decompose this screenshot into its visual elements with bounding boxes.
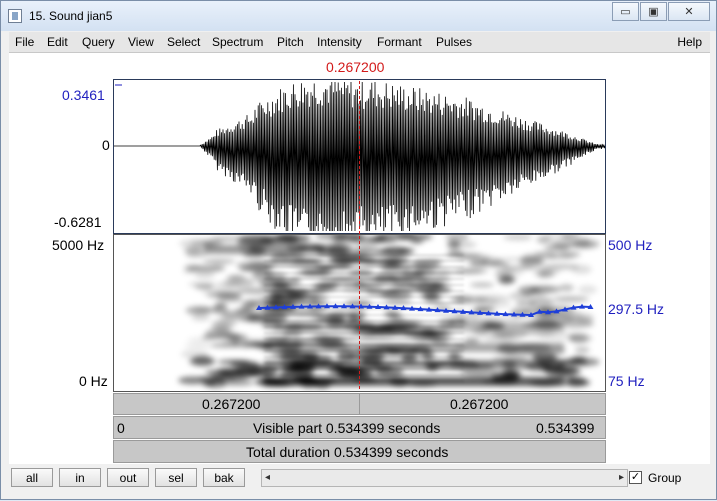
menu-pulses[interactable]: Pulses	[436, 35, 472, 49]
zoom-all-button[interactable]: all	[11, 468, 53, 487]
time-segment-right-label: 0.267200	[450, 396, 509, 412]
spectrogram-bottom-freq-label: 0 Hz	[79, 373, 108, 389]
zoom-out-button[interactable]: out	[107, 468, 149, 487]
group-label: Group	[648, 471, 682, 485]
menu-file[interactable]: File	[15, 35, 34, 49]
visible-part-bar[interactable]: 0 Visible part 0.534399 seconds 0.534399	[113, 416, 606, 439]
scroll-right-arrow-icon[interactable]: ▸	[619, 472, 624, 483]
pitch-bottom-label: 75 Hz	[608, 373, 645, 389]
close-button[interactable]: ✕	[668, 2, 710, 21]
group-checkbox[interactable]: ✓	[629, 471, 642, 484]
sound-editor-window: 15. Sound jian5 ▭ ▣ ✕ File Edit Query Vi…	[0, 0, 717, 500]
spectrogram-panel[interactable]	[113, 234, 606, 392]
waveform-trace	[114, 81, 605, 232]
visible-part-label: Visible part 0.534399 seconds	[253, 420, 441, 436]
menu-query[interactable]: Query	[82, 35, 115, 49]
menu-view[interactable]: View	[128, 35, 154, 49]
time-segment-left-label: 0.267200	[202, 396, 261, 412]
zoom-in-button[interactable]: in	[59, 468, 101, 487]
visible-end-label: 0.534399	[536, 420, 595, 436]
visible-start-label: 0	[117, 420, 125, 436]
maximize-button[interactable]: ▣	[640, 2, 667, 21]
time-segment-left[interactable]: 0.267200	[113, 393, 360, 415]
waveform-panel[interactable]	[113, 79, 606, 234]
total-duration-label: Total duration 0.534399 seconds	[246, 444, 449, 460]
praat-app-icon	[8, 9, 22, 23]
menu-edit[interactable]: Edit	[47, 35, 68, 49]
spectrogram-top-freq-label: 5000 Hz	[52, 237, 105, 253]
cursor-time-label: 0.267200	[326, 59, 385, 75]
pitch-mid-label: 297.5 Hz	[608, 301, 665, 317]
waveform-max-label: 0.3461	[62, 87, 105, 103]
scroll-left-arrow-icon[interactable]: ◂	[265, 472, 270, 483]
title-bar[interactable]: 15. Sound jian5 ▭ ▣ ✕	[1, 1, 716, 31]
menu-formant[interactable]: Formant	[377, 35, 422, 49]
minimize-button[interactable]: ▭	[612, 2, 639, 21]
menu-intensity[interactable]: Intensity	[317, 35, 362, 49]
window-title: 15. Sound jian5	[29, 9, 113, 23]
zoom-sel-button[interactable]: sel	[155, 468, 197, 487]
pitch-top-label: 500 Hz	[608, 237, 653, 253]
waveform-zero-label: 0	[102, 137, 110, 153]
bottom-toolbar: all in out sel bak ◂ ▸ ✓ Group	[9, 465, 710, 491]
time-scrollbar[interactable]: ◂ ▸	[261, 469, 628, 487]
menu-help[interactable]: Help	[677, 35, 702, 49]
total-duration-bar[interactable]: Total duration 0.534399 seconds	[113, 440, 606, 463]
spectrogram-energy	[178, 235, 600, 389]
menu-select[interactable]: Select	[167, 35, 200, 49]
time-segment-right[interactable]: 0.267200	[359, 393, 606, 415]
menu-bar: File Edit Query View Select Spectrum Pit…	[9, 32, 710, 53]
waveform-min-label: -0.6281	[54, 214, 102, 230]
menu-spectrum[interactable]: Spectrum	[212, 35, 263, 49]
zoom-back-button[interactable]: bak	[203, 468, 245, 487]
menu-pitch[interactable]: Pitch	[277, 35, 304, 49]
spectrogram-plot	[178, 235, 600, 389]
waveform-plot	[114, 81, 605, 232]
